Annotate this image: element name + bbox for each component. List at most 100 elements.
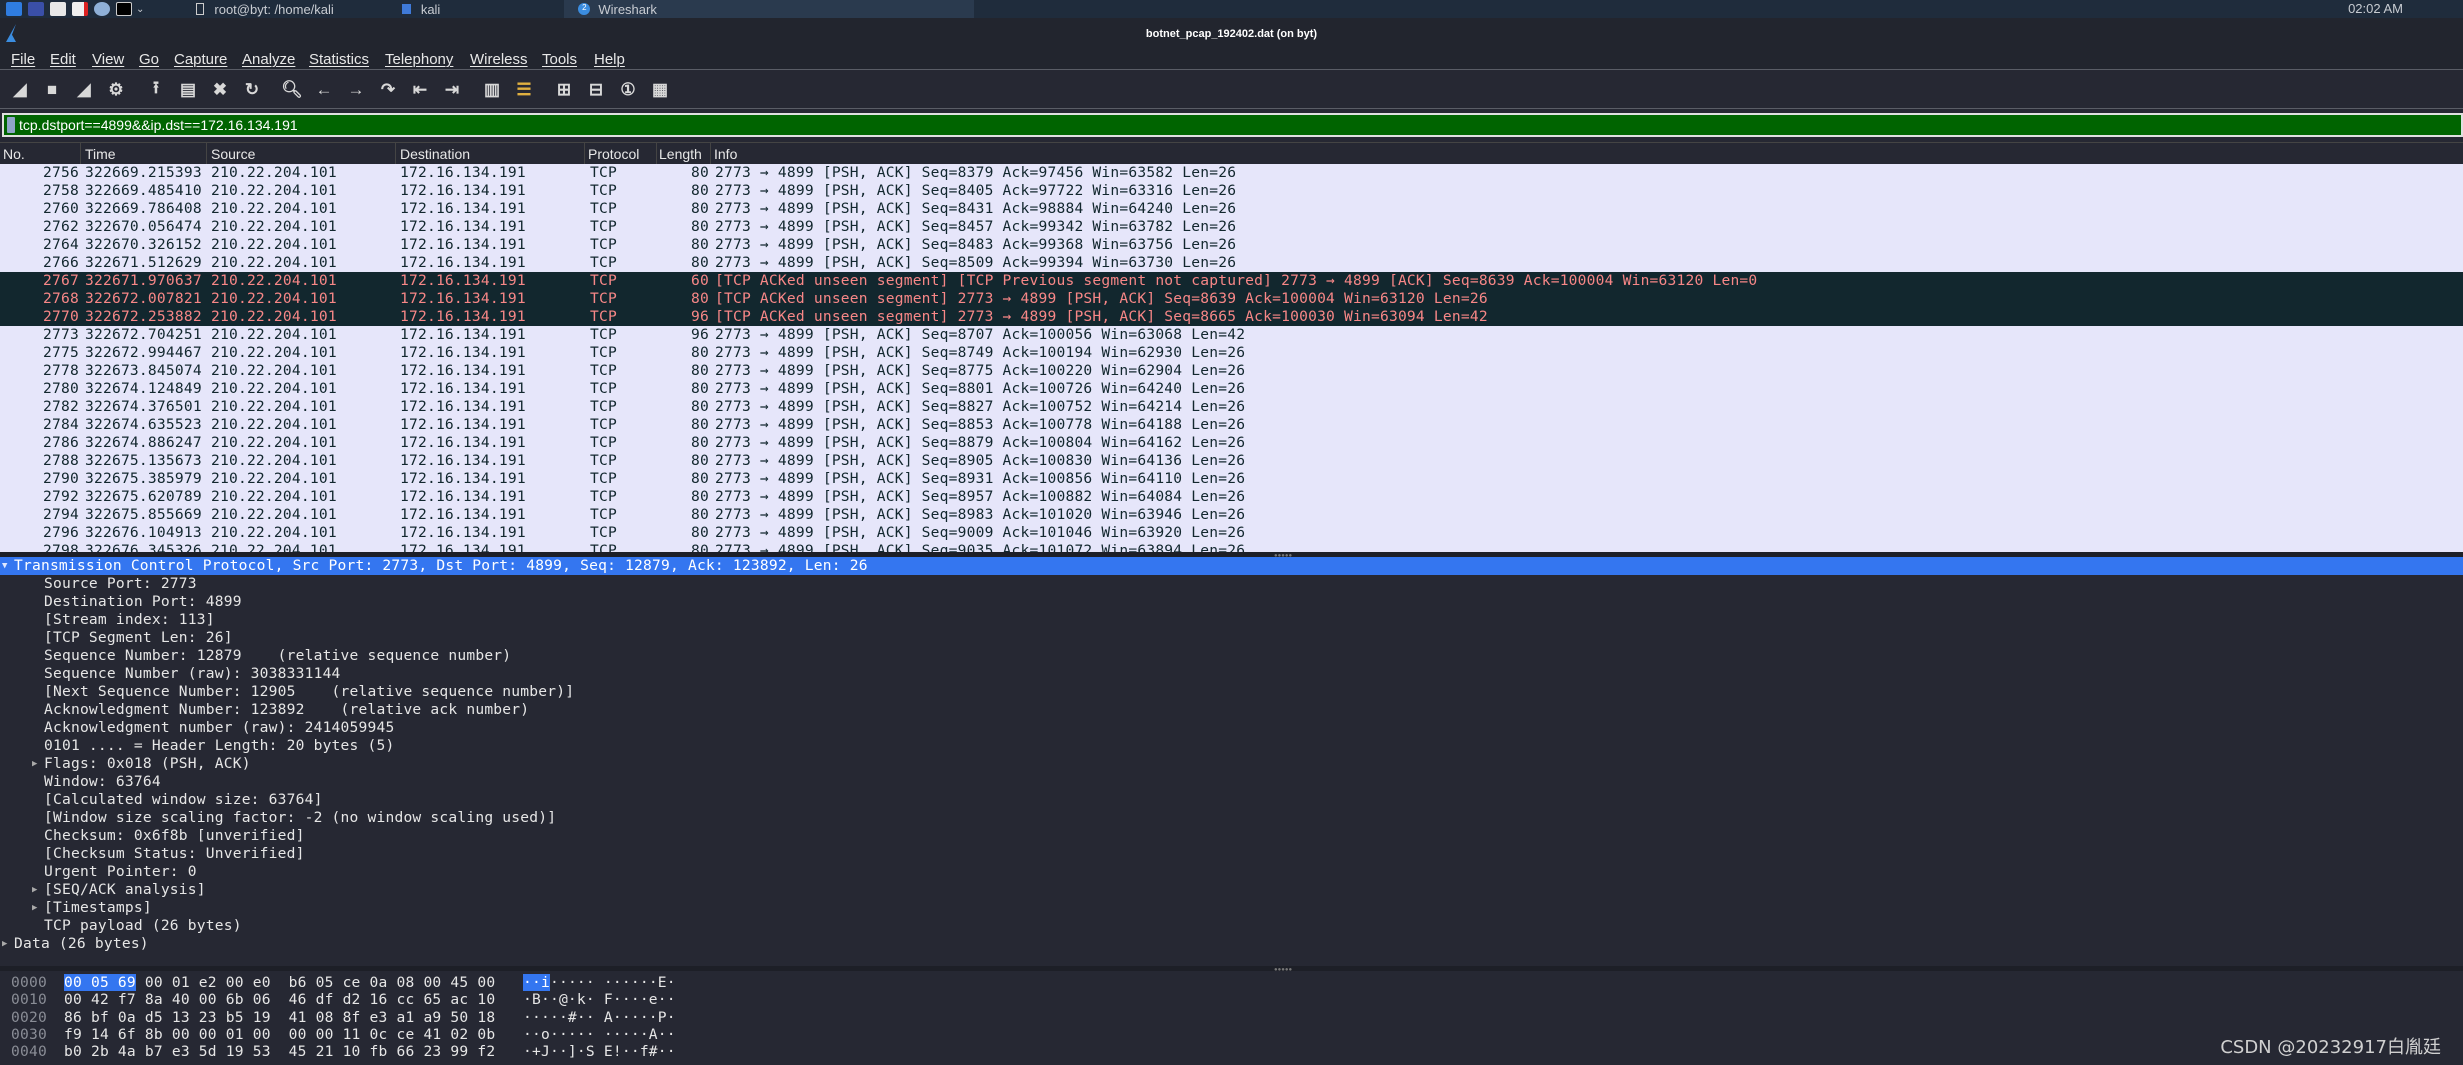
packet-row[interactable]: 2758 322669.485410 210.22.204.101 172.16.13…: [0, 182, 2463, 200]
menu-telephony[interactable]: Telephony: [385, 51, 453, 68]
go-forward-icon[interactable]: →: [342, 76, 370, 104]
packet-row[interactable]: 2794 322675.855669 210.22.204.101 172.16.13…: [0, 506, 2463, 524]
packet-row[interactable]: 2773 322672.704251 210.22.204.101 172.16.13…: [0, 326, 2463, 344]
detail-row[interactable]: ▶ [Timestamps]: [0, 899, 2463, 917]
packet-row[interactable]: 2780 322674.124849 210.22.204.101 172.16.13…: [0, 380, 2463, 398]
detail-row[interactable]: [Calculated window size: 63764]: [0, 791, 2463, 809]
go-to-packet-icon[interactable]: ↷: [374, 76, 402, 104]
close-file-icon[interactable]: ✖: [206, 76, 234, 104]
chevron-down-icon[interactable]: ⌄: [136, 4, 144, 15]
capture-options-icon[interactable]: ⚙: [102, 76, 130, 104]
hex-row[interactable]: 0000 00 05 69 00 01 e2 00 e0 b6 05 ce 0a …: [0, 974, 2463, 991]
hex-row[interactable]: 0040 b0 2b 4a b7 e3 5d 19 53 45 21 10 fb …: [0, 1043, 2463, 1060]
column-no[interactable]: No.: [3, 146, 25, 162]
hex-bytes[interactable]: b0 2b 4a b7 e3 5d 19 53 45 21 10 fb 66 2…: [64, 1043, 495, 1060]
normal-size-icon[interactable]: ①: [614, 76, 642, 104]
save-file-icon[interactable]: ▤: [174, 76, 202, 104]
packet-bytes[interactable]: 0000 00 05 69 00 01 e2 00 e0 b6 05 ce 0a …: [0, 972, 2463, 1065]
menu-analyze[interactable]: Analyze: [242, 51, 295, 68]
show-desktop-icon[interactable]: [28, 2, 44, 16]
packet-row[interactable]: 2770 322672.253882 210.22.204.101 172.16.13…: [0, 308, 2463, 326]
detail-row[interactable]: [Stream index: 113]: [0, 611, 2463, 629]
task-terminal[interactable]: root@byt: /home/kali: [182, 0, 347, 18]
clock[interactable]: 02:02 AM: [2348, 1, 2403, 16]
hex-row[interactable]: 0020 86 bf 0a d5 13 23 b5 19 41 08 8f e3 …: [0, 1009, 2463, 1026]
last-packet-icon[interactable]: ⇥: [438, 76, 466, 104]
menu-go[interactable]: Go: [139, 51, 159, 68]
open-file-icon[interactable]: ⭱: [142, 76, 170, 104]
packet-row[interactable]: 2782 322674.376501 210.22.204.101 172.16.13…: [0, 398, 2463, 416]
packet-row[interactable]: 2784 322674.635523 210.22.204.101 172.16.13…: [0, 416, 2463, 434]
packet-row[interactable]: 2766 322671.512629 210.22.204.101 172.16.13…: [0, 254, 2463, 272]
detail-row[interactable]: Acknowledgment number (raw): 2414059945: [0, 719, 2463, 737]
bookmark-icon[interactable]: [7, 117, 15, 133]
find-packet-icon[interactable]: 🔍︎: [278, 76, 306, 104]
packet-row[interactable]: 2768 322672.007821 210.22.204.101 172.16.13…: [0, 290, 2463, 308]
hex-bytes[interactable]: 86 bf 0a d5 13 23 b5 19 41 08 8f e3 a1 a…: [64, 1009, 495, 1026]
packet-row[interactable]: 2798 322676.345326 210.22.204.101 172.16.13…: [0, 542, 2463, 552]
hex-bytes[interactable]: f9 14 6f 8b 00 00 01 00 00 00 11 0c ce 4…: [64, 1026, 495, 1043]
detail-row[interactable]: Destination Port: 4899: [0, 593, 2463, 611]
hex-row[interactable]: 0030 f9 14 6f 8b 00 00 01 00 00 00 11 0c …: [0, 1026, 2463, 1043]
collapsed-arrow-icon[interactable]: ▶: [32, 899, 38, 917]
column-source[interactable]: Source: [211, 146, 255, 162]
detail-row[interactable]: Window: 63764: [0, 773, 2463, 791]
detail-row[interactable]: Source Port: 2773: [0, 575, 2463, 593]
display-filter-input[interactable]: [19, 117, 2419, 133]
file-manager-icon[interactable]: [50, 2, 66, 16]
packet-list[interactable]: 2756 322669.215393 210.22.204.101 172.16.13…: [0, 164, 2463, 552]
collapsed-arrow-icon[interactable]: ▶: [32, 755, 38, 773]
expanded-arrow-icon[interactable]: ▼: [2, 557, 8, 575]
column-time[interactable]: Time: [85, 146, 116, 162]
packet-row[interactable]: 2796 322676.104913 210.22.204.101 172.16.13…: [0, 524, 2463, 542]
resize-columns-icon[interactable]: ▦: [646, 76, 674, 104]
text-editor-icon[interactable]: [72, 2, 88, 16]
first-packet-icon[interactable]: ⇤: [406, 76, 434, 104]
menu-wireless[interactable]: Wireless: [470, 51, 528, 68]
detail-row[interactable]: ▼ Transmission Control Protocol, Src Port…: [0, 557, 2463, 575]
packet-row[interactable]: 2760 322669.786408 210.22.204.101 172.16.13…: [0, 200, 2463, 218]
menu-capture[interactable]: Capture: [174, 51, 227, 68]
menu-view[interactable]: View: [92, 51, 124, 68]
column-info[interactable]: Info: [714, 146, 737, 162]
hex-ascii[interactable]: ··o····· ·····A··: [523, 1026, 676, 1043]
packet-row[interactable]: 2775 322672.994467 210.22.204.101 172.16.13…: [0, 344, 2463, 362]
hex-bytes[interactable]: 00 42 f7 8a 40 00 6b 06 46 df d2 16 cc 6…: [64, 991, 495, 1008]
detail-row[interactable]: [Next Sequence Number: 12905 (relative s…: [0, 683, 2463, 701]
hex-row[interactable]: 0010 00 42 f7 8a 40 00 6b 06 46 df d2 16 …: [0, 991, 2463, 1008]
detail-row[interactable]: [TCP Segment Len: 26]: [0, 629, 2463, 647]
detail-row[interactable]: [Window size scaling factor: -2 (no wind…: [0, 809, 2463, 827]
column-protocol[interactable]: Protocol: [588, 146, 639, 162]
hex-ascii[interactable]: ·····#·· A·····P·: [523, 1009, 676, 1026]
menu-file[interactable]: File: [11, 51, 35, 68]
pane-splitter[interactable]: ●●●●●: [0, 966, 2463, 973]
terminal-icon[interactable]: [116, 2, 132, 16]
packet-row[interactable]: 2792 322675.620789 210.22.204.101 172.16.13…: [0, 488, 2463, 506]
task-wireshark[interactable]: 2 Wireshark: [564, 0, 975, 18]
kali-menu-icon[interactable]: [6, 2, 22, 16]
menu-tools[interactable]: Tools: [542, 51, 577, 68]
detail-row[interactable]: ▶ [SEQ/ACK analysis]: [0, 881, 2463, 899]
detail-row[interactable]: Checksum: 0x6f8b [unverified]: [0, 827, 2463, 845]
stop-capture-icon[interactable]: ■: [38, 76, 66, 104]
go-back-icon[interactable]: ←: [310, 76, 338, 104]
hex-bytes[interactable]: 00 05 69 00 01 e2 00 e0 b6 05 ce 0a 08 0…: [64, 974, 495, 991]
detail-row[interactable]: Sequence Number: 12879 (relative sequenc…: [0, 647, 2463, 665]
reload-file-icon[interactable]: ↻: [238, 76, 266, 104]
detail-row[interactable]: Acknowledgment Number: 123892 (relative …: [0, 701, 2463, 719]
autoscroll-icon[interactable]: ▥: [478, 76, 506, 104]
packet-row[interactable]: 2767 322671.970637 210.22.204.101 172.16.13…: [0, 272, 2463, 290]
menu-help[interactable]: Help: [594, 51, 625, 68]
packet-row[interactable]: 2756 322669.215393 210.22.204.101 172.16.13…: [0, 164, 2463, 182]
packet-row[interactable]: 2786 322674.886247 210.22.204.101 172.16.13…: [0, 434, 2463, 452]
menu-statistics[interactable]: Statistics: [309, 51, 369, 68]
packet-row[interactable]: 2790 322675.385979 210.22.204.101 172.16.13…: [0, 470, 2463, 488]
hex-ascii[interactable]: ·B··@·k· F····e··: [523, 991, 676, 1008]
packet-row[interactable]: 2762 322670.056474 210.22.204.101 172.16.13…: [0, 218, 2463, 236]
detail-row[interactable]: [Checksum Status: Unverified]: [0, 845, 2463, 863]
detail-row[interactable]: ▶ Flags: 0x018 (PSH, ACK): [0, 755, 2463, 773]
colorize-icon[interactable]: ☰: [510, 76, 538, 104]
restart-capture-icon[interactable]: ◢: [70, 76, 98, 104]
start-capture-icon[interactable]: ◢: [6, 76, 34, 104]
detail-row[interactable]: ▶ Data (26 bytes): [0, 935, 2463, 953]
